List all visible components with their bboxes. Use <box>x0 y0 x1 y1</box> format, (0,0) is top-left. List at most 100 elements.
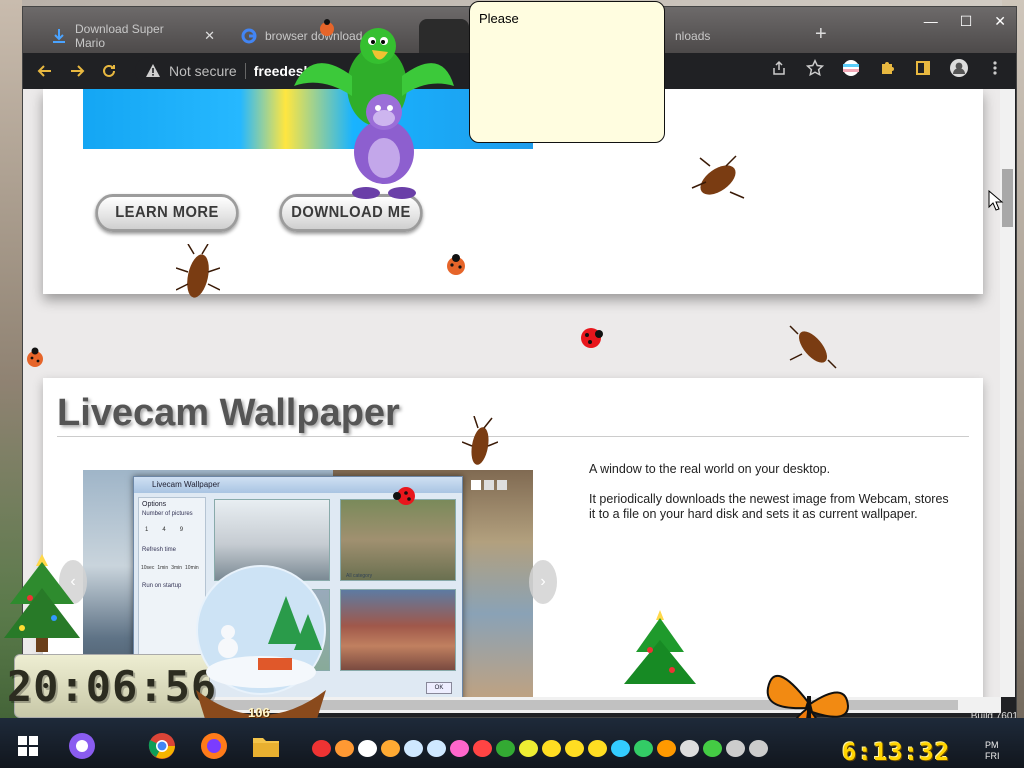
tab-label: Download Super Mario <box>75 22 164 50</box>
tab-browser-download[interactable]: browser download ✕ <box>229 19 417 53</box>
description: A window to the real world on your deskt… <box>589 462 949 537</box>
extensions-button[interactable] <box>876 57 898 79</box>
share-button[interactable] <box>768 57 790 79</box>
badge-tray-icon[interactable] <box>542 740 561 757</box>
description-line: It periodically downloads the newest ima… <box>589 492 949 521</box>
close-icon[interactable]: ✕ <box>376 28 387 44</box>
tab-download-super-mario[interactable]: Download Super Mario ✕ <box>39 19 227 53</box>
bug-tray-icon[interactable] <box>335 740 354 757</box>
gallery-next-button[interactable]: › <box>529 560 557 604</box>
thumbnail-square <box>340 499 456 581</box>
firefox-taskbar-button[interactable] <box>200 732 228 760</box>
bookmark-button[interactable] <box>804 57 826 79</box>
firefox-icon <box>201 733 227 759</box>
refresh-option: 3min <box>171 565 183 571</box>
close-icon[interactable]: ✕ <box>204 28 215 44</box>
gallery-dots <box>471 480 507 490</box>
candy-tray-icon[interactable] <box>450 740 469 757</box>
toolbar-actions <box>768 57 1006 79</box>
file-explorer-taskbar-button[interactable] <box>252 732 280 760</box>
tab-label: nloads <box>675 29 711 43</box>
clock-tray-icon[interactable] <box>358 740 377 757</box>
minimize-button[interactable]: — <box>924 13 938 30</box>
badge-tray-icon[interactable] <box>588 740 607 757</box>
network-icon[interactable] <box>726 740 745 757</box>
forward-button[interactable] <box>61 55 93 87</box>
gallery-dot[interactable] <box>471 480 481 490</box>
system-tray <box>312 740 768 757</box>
face-tray-icon[interactable] <box>680 740 699 757</box>
gallery-dot[interactable] <box>484 480 494 490</box>
day-label: FRI <box>985 751 1000 761</box>
app-tray-icon[interactable] <box>703 740 722 757</box>
num-options: 1 4 9 <box>139 517 205 533</box>
butterfly-tray-icon[interactable] <box>381 740 400 757</box>
tree-tray-icon[interactable] <box>496 740 515 757</box>
num-option: 9 <box>179 527 184 533</box>
lemon-tray-icon[interactable] <box>519 740 538 757</box>
refresh-time-label: Refresh time <box>142 547 177 553</box>
livecam-card: Livecam Wallpaper Livecam Wallpaper Opti… <box>43 378 983 699</box>
desktop-left-edge <box>0 0 22 768</box>
gallery-dot[interactable] <box>497 480 507 490</box>
chrome-icon <box>148 733 175 759</box>
search-tray-icon[interactable] <box>657 740 676 757</box>
google-icon <box>241 28 257 44</box>
arrow-left-icon <box>37 65 51 77</box>
options-label: Options <box>142 501 167 508</box>
tab-active[interactable] <box>419 19 469 53</box>
side-panel-button[interactable] <box>912 57 934 79</box>
volume-icon[interactable] <box>749 740 768 757</box>
maximize-button[interactable]: ☐ <box>960 13 973 30</box>
refresh-option: 10min <box>185 565 199 571</box>
profile-button[interactable] <box>948 57 970 79</box>
download-me-button[interactable]: DOWNLOAD ME <box>279 194 423 232</box>
camera-tray-icon[interactable] <box>611 740 630 757</box>
close-window-button[interactable]: ✕ <box>994 13 1006 30</box>
start-button[interactable] <box>14 732 42 760</box>
assistant-button[interactable] <box>68 732 96 760</box>
desktop-clock-time: 20:06:56 <box>6 661 218 711</box>
app-tray-icon[interactable] <box>634 740 653 757</box>
run-on-startup-label: Run on startup <box>142 583 182 589</box>
window-controls: — ☐ ✕ <box>924 13 1006 30</box>
ok-button: OK <box>426 682 452 694</box>
learn-more-button[interactable]: LEARN MORE <box>95 194 239 232</box>
extension-button[interactable] <box>840 57 862 79</box>
thumb-label: All category <box>346 573 373 579</box>
url-text: freedesk <box>253 63 312 79</box>
taskbar: 6:13:32 PM FRI <box>0 718 1024 768</box>
page-content: LEARN MORE DOWNLOAD ME Livecam Wallpaper… <box>23 89 1001 699</box>
thumbnail-city <box>214 499 330 581</box>
arrow-right-icon <box>71 65 85 77</box>
chrome-taskbar-button[interactable] <box>148 732 176 760</box>
refresh-option: 1min <box>157 565 169 571</box>
num-option: 1 <box>145 527 149 533</box>
snowflake-tray-icon[interactable] <box>427 740 446 757</box>
scrollbar-thumb[interactable] <box>1002 169 1013 227</box>
refresh-option: 10sec <box>141 565 155 571</box>
refresh-options: 10sec 1min 3min 10min <box>139 553 205 571</box>
reload-icon <box>103 64 115 77</box>
gallery-prev-button[interactable]: ‹ <box>59 560 87 604</box>
thumbnail-lake <box>214 589 330 671</box>
new-tab-button[interactable]: + <box>815 23 827 46</box>
back-button[interactable] <box>29 55 61 87</box>
menu-button[interactable] <box>984 57 1006 79</box>
ladybug-tray-icon[interactable] <box>312 740 331 757</box>
avatar-icon <box>950 59 968 77</box>
ampm-label: PM <box>985 740 999 750</box>
snowflake-tray-icon[interactable] <box>404 740 423 757</box>
desktop-clock-widget[interactable]: 20:06:56 <box>7 654 216 718</box>
num-option: 4 <box>162 527 166 533</box>
thumbnail-canyon <box>340 589 456 671</box>
tab-downloads[interactable]: nloads <box>663 19 809 53</box>
vertical-scrollbar[interactable] <box>1000 89 1015 697</box>
badge-tray-icon[interactable] <box>565 740 584 757</box>
taskbar-clock[interactable]: 6:13:32 <box>842 738 950 766</box>
calendar-tray-icon[interactable] <box>473 740 492 757</box>
tab-label: browser download <box>265 29 363 43</box>
speech-bubble[interactable]: Please <box>469 1 665 143</box>
reload-button[interactable] <box>93 55 125 87</box>
app-title: Livecam Wallpaper <box>134 477 462 493</box>
